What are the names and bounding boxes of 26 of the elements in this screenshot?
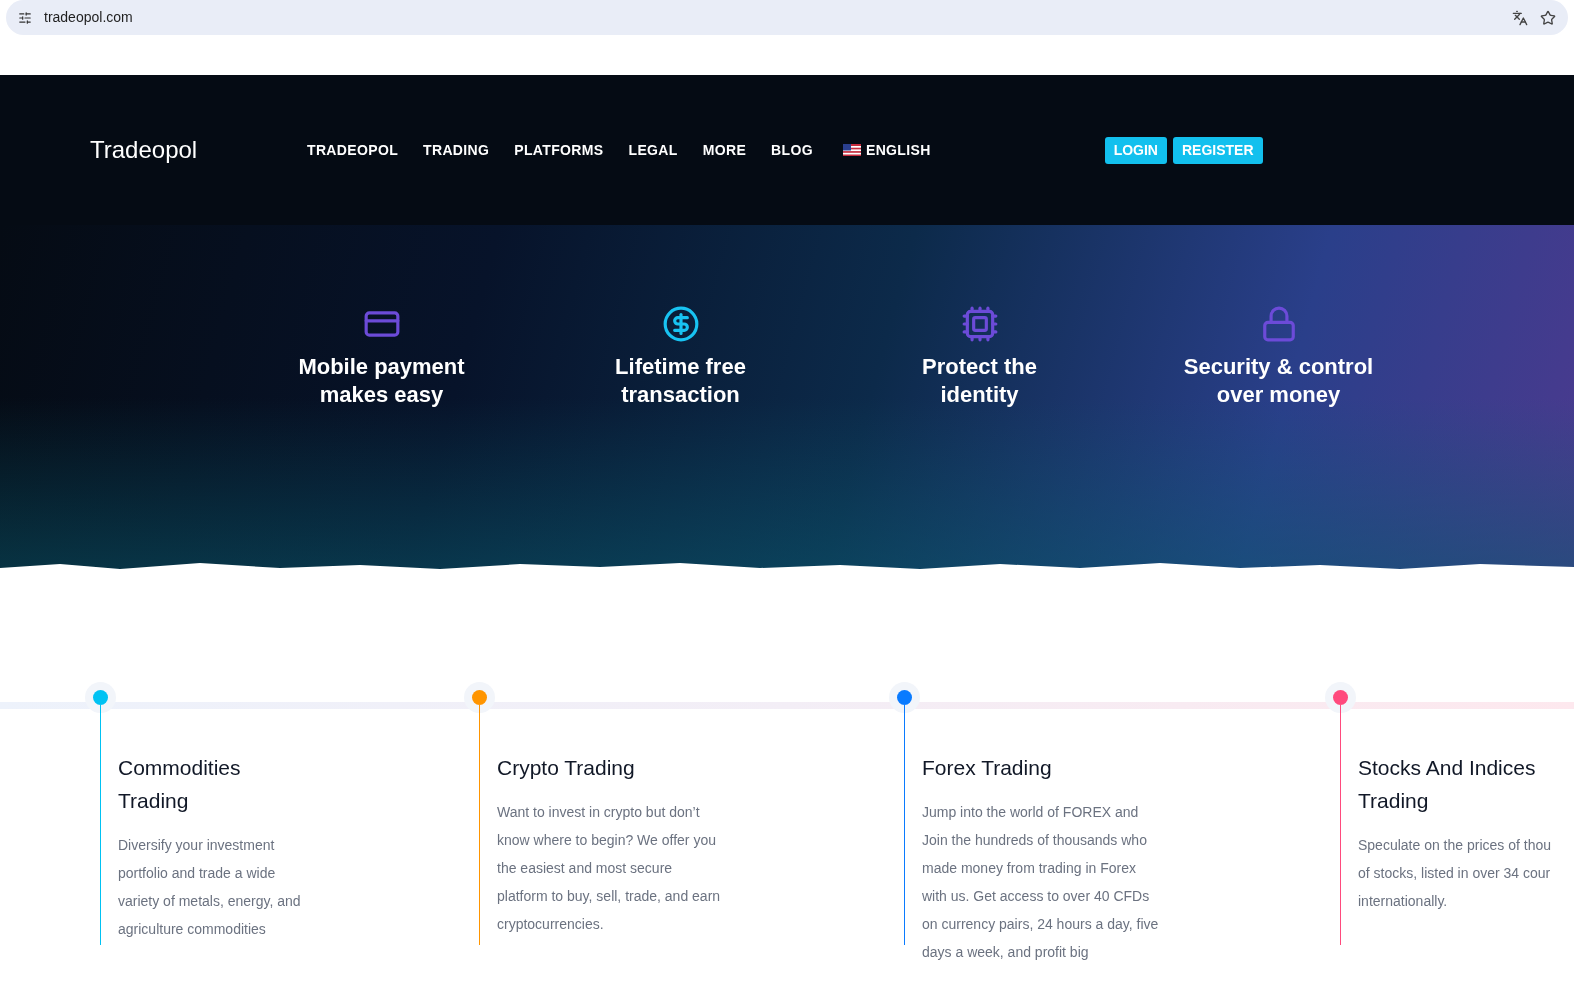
feature-title: Protect the identity: [921, 353, 1038, 409]
service-title: Forex Trading: [922, 755, 1053, 781]
service-description: Jump into the world of FOREX and Join the hundreds of thousands who made money from trading in Forex with us. Get access to over 40 CFDs on currency pairs, 24 hours a day, five days a week, and profit big: [922, 803, 1159, 962]
service-title: Commodities Trading: [118, 755, 242, 814]
nav-link[interactable]: MORE: [702, 139, 747, 161]
feature-title: Security & control over money: [1182, 353, 1375, 409]
url-text[interactable]: tradeopol.com: [44, 7, 1500, 28]
nav-link[interactable]: LEGAL: [628, 139, 678, 161]
site-settings-icon[interactable]: [18, 10, 32, 25]
dollar-coin-icon: [661, 305, 700, 343]
feature-title: Lifetime free transaction: [614, 353, 747, 409]
service-title: Crypto Trading: [497, 755, 636, 781]
service-title: Stocks And Indices Trading: [1358, 755, 1537, 814]
feature-title: Mobile payment makes easy: [297, 353, 466, 409]
language-selector[interactable]: ENGLISH: [842, 139, 931, 161]
nav-link[interactable]: BLOG: [771, 139, 813, 161]
nav-link[interactable]: TRADEOPOL: [307, 139, 399, 161]
nav-link[interactable]: TRADING: [423, 139, 490, 161]
bookmark-star-icon[interactable]: [1540, 9, 1556, 26]
service-description: Speculate on the prices of thou of stocks, listed in over 34 cour internationally.: [1358, 836, 1552, 911]
nav-link[interactable]: PLATFORMS: [514, 139, 604, 161]
translate-icon[interactable]: [1512, 9, 1528, 26]
service-description: Want to invest in crypto but don’t know where to begin? We offer you the easiest and most secure platform to buy, sell, trade, and earn cryptocurrencies.: [497, 803, 721, 934]
service-description: Diversify your investment portfolio and trade a wide variety of metals, energy, and agriculture commodities: [118, 836, 301, 939]
flag-icon: [842, 144, 861, 156]
logo[interactable]: Tradeopol: [90, 132, 290, 168]
